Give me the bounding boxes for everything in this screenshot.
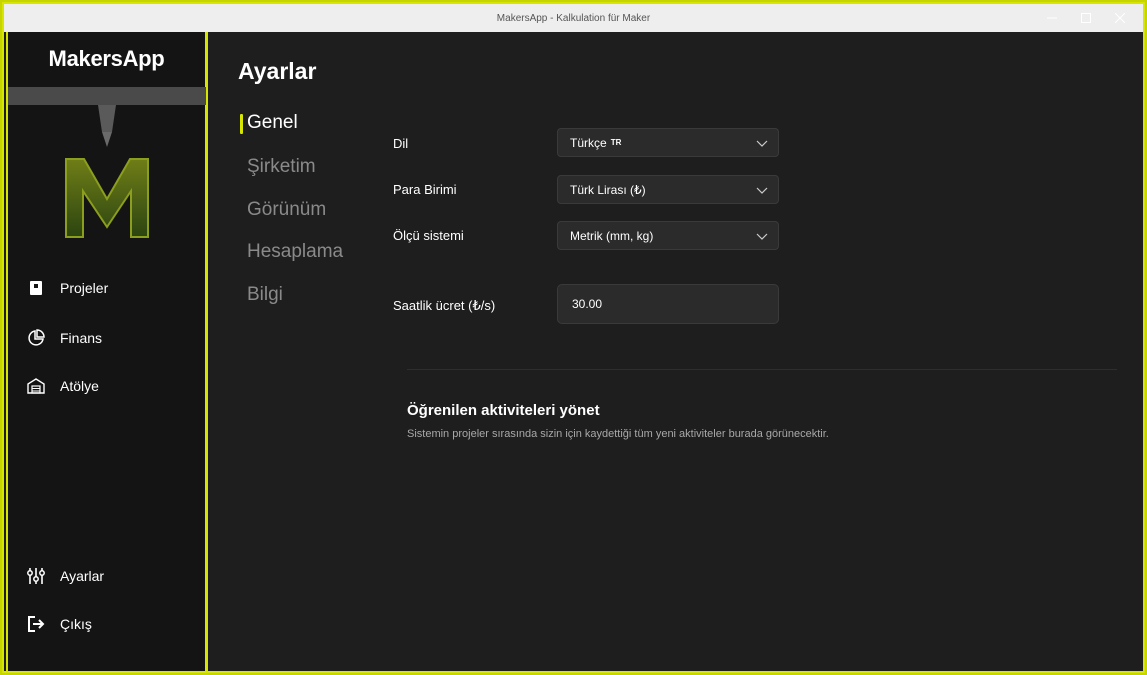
sliders-icon — [26, 566, 46, 586]
nav-item-atolye[interactable]: Atölye — [26, 372, 99, 400]
hourly-rate-value: 30.00 — [572, 297, 603, 311]
nav-item-label: Projeler — [60, 280, 109, 296]
language-flag: TR — [610, 138, 622, 147]
close-icon — [1115, 13, 1125, 23]
nav-item-label: Çıkış — [60, 616, 92, 632]
units-value: Metrik (mm, kg) — [570, 228, 654, 243]
subnav-hesaplama[interactable]: Hesaplama — [247, 241, 343, 263]
logout-icon — [26, 614, 46, 634]
sidebar: MakersApp Projeler Finans Atölye Ayarlar… — [6, 32, 208, 671]
section-divider — [407, 369, 1117, 370]
learned-activities-description: Sistemin projeler sırasında sizin için k… — [407, 428, 829, 440]
maximize-button[interactable] — [1069, 4, 1103, 32]
currency-select[interactable]: Türk Lirası (₺) — [557, 175, 779, 204]
pie-chart-icon — [26, 328, 46, 348]
language-value: Türkçe — [570, 135, 607, 150]
minimize-button[interactable] — [1035, 4, 1069, 32]
language-label: Dil — [393, 136, 409, 151]
subnav-genel[interactable]: Genel — [247, 112, 298, 134]
nav-item-label: Ayarlar — [60, 568, 105, 584]
currency-label: Para Birimi — [393, 182, 457, 197]
units-label: Ölçü sistemi — [393, 228, 464, 243]
main-content: Ayarlar Genel Şirketim Görünüm Hesaplama… — [211, 32, 1143, 671]
nav-item-label: Finans — [60, 330, 103, 346]
hourly-rate-label: Saatlik ücret (₺/s) — [393, 298, 496, 313]
brand-name: MakersApp — [48, 46, 165, 71]
subnav-active-indicator — [240, 114, 243, 134]
currency-value: Türk Lirası (₺) — [570, 182, 646, 197]
language-select[interactable]: Türkçe TR — [557, 128, 779, 157]
subnav-sirketim[interactable]: Şirketim — [247, 156, 316, 178]
subnav-gorunum[interactable]: Görünüm — [247, 199, 326, 221]
book-icon — [26, 278, 46, 298]
window-title: MakersApp - Kalkulation für Maker — [496, 12, 651, 24]
learned-activities-title[interactable]: Öğrenilen aktiviteleri yönet — [407, 402, 600, 419]
nav-item-projeler[interactable]: Projeler — [26, 274, 108, 302]
units-select[interactable]: Metrik (mm, kg) — [557, 221, 779, 250]
nav-item-label: Atölye — [60, 378, 99, 394]
close-button[interactable] — [1103, 4, 1137, 32]
app-window: MakersApp - Kalkulation für Maker Makers… — [2, 2, 1145, 673]
nav-item-ayarlar[interactable]: Ayarlar — [26, 562, 104, 590]
nav-item-finans[interactable]: Finans — [26, 324, 102, 352]
chevron-down-icon — [756, 140, 768, 147]
title-bar[interactable]: MakersApp - Kalkulation für Maker — [4, 4, 1143, 32]
nav-item-cikis[interactable]: Çıkış — [26, 610, 92, 638]
page-title: Ayarlar — [238, 58, 317, 84]
chevron-down-icon — [756, 187, 768, 194]
window-controls — [1035, 4, 1137, 32]
maximize-icon — [1081, 13, 1091, 23]
subnav-bilgi[interactable]: Bilgi — [247, 284, 283, 306]
hourly-rate-input[interactable]: 30.00 — [557, 284, 779, 324]
makers-logo — [8, 87, 206, 238]
chevron-down-icon — [756, 233, 768, 240]
minimize-icon — [1047, 17, 1057, 19]
warehouse-icon — [26, 376, 46, 396]
